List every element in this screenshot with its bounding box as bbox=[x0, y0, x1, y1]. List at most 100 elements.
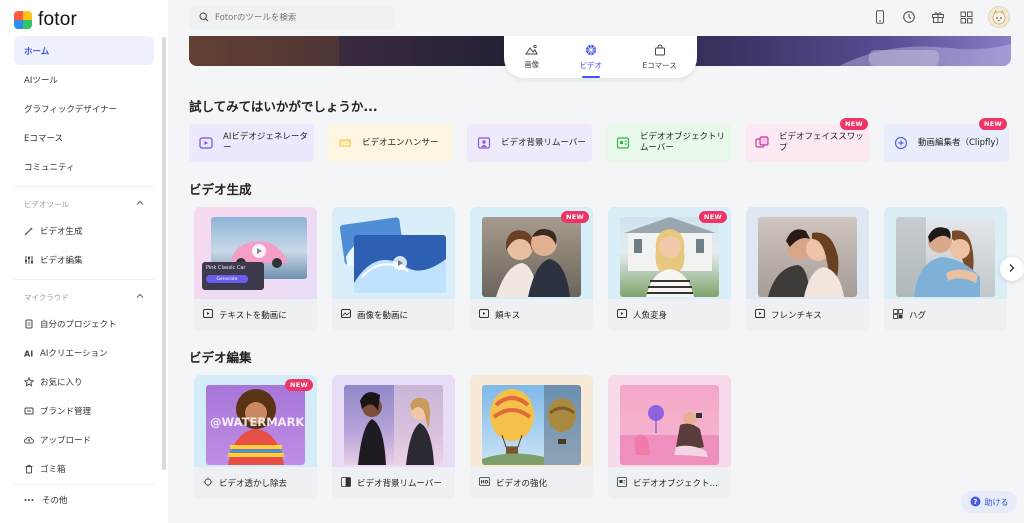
sidebar-item-label: その他 bbox=[42, 496, 68, 506]
my-cloud-section-toggle[interactable]: マイクラウド bbox=[14, 285, 154, 309]
my-cloud-section-title: マイクラウド bbox=[24, 292, 69, 302]
header-actions bbox=[872, 6, 1010, 28]
help-button[interactable]: ? 助ける bbox=[961, 491, 1017, 513]
video-tools-section-toggle[interactable]: ビデオツール bbox=[14, 192, 154, 216]
card-footer: ビデオオブジェクト… bbox=[608, 467, 731, 499]
sidebar-item-label: AIクリエーション bbox=[40, 348, 108, 359]
card-footer: テキストを動画に bbox=[194, 299, 317, 331]
carousel-next-button[interactable] bbox=[1000, 257, 1024, 281]
quick-video-face-swap[interactable]: ビデオフェイススワップ NEW bbox=[745, 118, 870, 162]
mobile-phone-icon[interactable] bbox=[872, 10, 887, 25]
sidebar-item-label: アップロード bbox=[40, 435, 92, 446]
tab-ecommerce[interactable]: Eコマース bbox=[642, 44, 677, 71]
sliders-icon bbox=[24, 255, 34, 265]
try-section-title: 試してみてはいかがでしょうか... bbox=[189, 99, 378, 114]
card-cheek-kiss[interactable]: NEW 頬キス bbox=[470, 207, 593, 331]
card-hug[interactable]: ハグ bbox=[884, 207, 1007, 331]
woman-photo bbox=[620, 217, 719, 297]
sidebar-item-graphic-designer[interactable]: グラフィックデザイナー bbox=[14, 94, 154, 123]
card-mermaid-transform[interactable]: NEW 人魚変身 bbox=[608, 207, 731, 331]
video-icon bbox=[479, 309, 489, 321]
quick-tool-label: ビデオエンハンサー bbox=[362, 137, 439, 148]
quick-tool-label: ビデオ背景リムーバー bbox=[501, 137, 586, 148]
card-french-kiss[interactable]: フレンチキス bbox=[746, 207, 869, 331]
sidebar-item-community[interactable]: コミュニティ bbox=[14, 152, 154, 181]
sidebar-scrollbar[interactable] bbox=[162, 37, 166, 470]
card-video-background-remover[interactable]: ビデオ背景リムーバー bbox=[332, 375, 455, 499]
prompt-text: Pink Classic Car bbox=[206, 265, 246, 271]
card-image-to-video[interactable]: 画像を動画に bbox=[332, 207, 455, 331]
chevron-up-icon bbox=[136, 292, 144, 302]
sidebar-item-more[interactable]: その他 bbox=[24, 494, 68, 506]
card-thumbnail bbox=[884, 207, 1007, 299]
video-generation-title: ビデオ生成 bbox=[189, 182, 252, 197]
tab-video[interactable]: ビデオ bbox=[580, 44, 602, 78]
sidebar-item-brand-management[interactable]: ブランド管理 bbox=[14, 396, 154, 425]
quick-tools-row: AIビデオジェネレーター HD ビデオエンハンサー ビデオ背景リムーバー ビデオ… bbox=[189, 118, 1009, 162]
new-badge: NEW bbox=[561, 211, 589, 223]
help-label: 助ける bbox=[984, 497, 1009, 507]
sidebar-item-ai-tools[interactable]: AIツール bbox=[14, 65, 154, 94]
card-video-enhance[interactable]: HD ビデオの強化 bbox=[470, 375, 593, 499]
generate-chip: Generate bbox=[206, 275, 248, 283]
search-icon bbox=[199, 11, 209, 25]
card-video-object-remover[interactable]: ビデオオブジェクト… bbox=[608, 375, 731, 499]
couple-art bbox=[496, 229, 570, 297]
sidebar-item-favorites[interactable]: お気に入り bbox=[14, 367, 154, 396]
search-input[interactable] bbox=[215, 12, 385, 23]
sidebar-item-upload[interactable]: アップロード bbox=[14, 425, 154, 454]
sidebar-item-trash[interactable]: ゴミ箱 bbox=[14, 454, 154, 483]
svg-text:AI: AI bbox=[24, 349, 33, 358]
sidebar-item-ecommerce[interactable]: Eコマース bbox=[14, 123, 154, 152]
object-remover-photo bbox=[620, 385, 719, 465]
quick-video-object-remover[interactable]: ビデオオブジェクトリムーバー bbox=[606, 124, 731, 162]
new-badge: NEW bbox=[840, 118, 868, 131]
sidebar-item-home[interactable]: ホーム bbox=[14, 36, 154, 65]
history-icon[interactable] bbox=[901, 10, 916, 25]
grid-apps-icon[interactable] bbox=[959, 10, 974, 25]
pink-scene-art bbox=[620, 405, 719, 465]
sidebar-item-video-generation[interactable]: ビデオ生成 bbox=[14, 216, 154, 245]
hd-enhance-icon: HD bbox=[479, 477, 490, 489]
hugging-couple-photo bbox=[896, 217, 995, 297]
search-bar[interactable] bbox=[189, 5, 394, 30]
card-thumbnail bbox=[332, 207, 455, 299]
gift-icon[interactable] bbox=[930, 10, 945, 25]
balloon-photo bbox=[482, 385, 581, 465]
quick-clipfly-editor[interactable]: 動画編集者（Clipfly） NEW bbox=[884, 118, 1009, 162]
kissing-couple-photo bbox=[758, 217, 857, 297]
video-icon bbox=[755, 309, 765, 321]
new-badge: NEW bbox=[979, 118, 1007, 131]
sidebar-item-label: ビデオ生成 bbox=[40, 226, 83, 237]
card-label: ビデオ透かし除去 bbox=[219, 479, 288, 489]
sidebar-item-label: ビデオ編集 bbox=[40, 255, 83, 266]
trash-icon bbox=[24, 464, 34, 474]
card-label: ビデオ背景リムーバー bbox=[357, 479, 442, 489]
card-thumbnail: Pink Classic Car Generate bbox=[194, 207, 317, 299]
ai-video-generator-icon bbox=[199, 136, 213, 150]
card-thumbnail bbox=[470, 375, 593, 467]
category-tabs: 画像 ビデオ Eコマース bbox=[504, 36, 697, 78]
tab-image[interactable]: 画像 bbox=[524, 44, 539, 70]
card-footer: 頬キス bbox=[470, 299, 593, 331]
card-label: ビデオの強化 bbox=[496, 479, 548, 489]
ai-icon: AI bbox=[24, 348, 34, 358]
image-icon bbox=[525, 44, 538, 57]
sidebar-item-ai-creation[interactable]: AI AIクリエーション bbox=[14, 338, 154, 367]
card-text-to-video[interactable]: Pink Classic Car Generate テキストを動画に bbox=[194, 207, 317, 331]
sidebar-divider bbox=[14, 186, 154, 187]
video-tools-section-title: ビデオツール bbox=[24, 199, 69, 209]
sidebar-item-label: ゴミ箱 bbox=[40, 464, 66, 475]
kissing-couple-art bbox=[768, 229, 844, 297]
svg-text:?: ? bbox=[973, 498, 977, 506]
quick-video-bg-remover[interactable]: ビデオ背景リムーバー bbox=[467, 124, 592, 162]
quick-video-enhancer[interactable]: HD ビデオエンハンサー bbox=[328, 124, 453, 162]
quick-ai-video-generator[interactable]: AIビデオジェネレーター bbox=[189, 124, 314, 162]
sidebar: fotor ホーム AIツール グラフィックデザイナー Eコマース コミュニティ… bbox=[0, 0, 168, 523]
card-video-watermark-removal[interactable]: @WATERMARK NEW ビデオ透かし除去 bbox=[194, 375, 317, 499]
fotor-logo[interactable]: fotor bbox=[14, 9, 77, 31]
sidebar-item-my-projects[interactable]: 自分のプロジェクト bbox=[14, 309, 154, 338]
video-editing-title: ビデオ編集 bbox=[189, 350, 252, 365]
user-avatar[interactable] bbox=[988, 6, 1010, 28]
sidebar-item-video-editing[interactable]: ビデオ編集 bbox=[14, 245, 154, 274]
